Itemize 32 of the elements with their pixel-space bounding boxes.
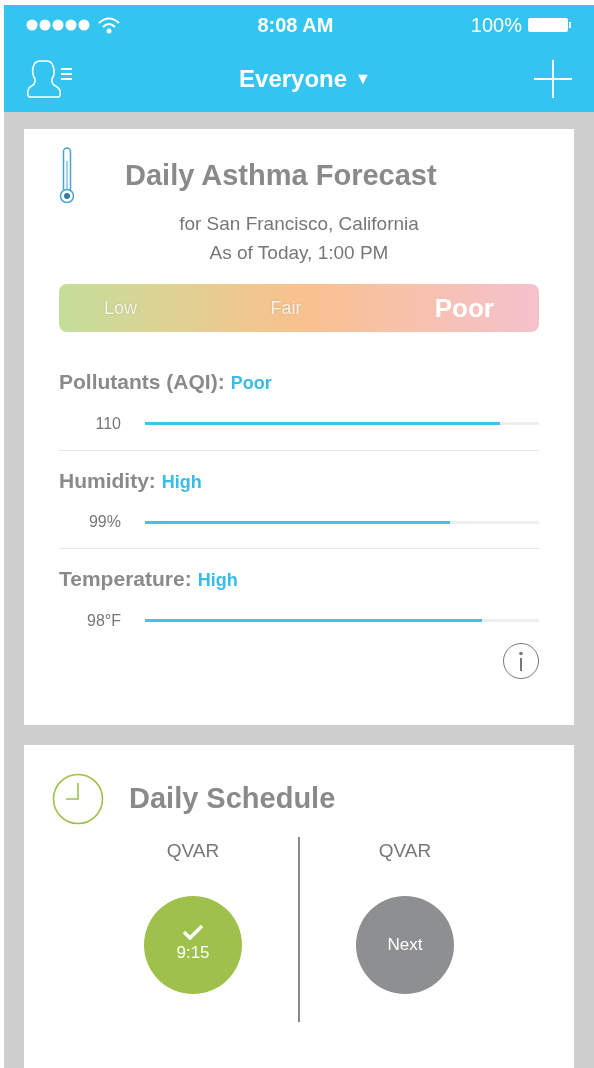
plus-icon	[534, 59, 572, 98]
status-time: 8:08 AM	[257, 13, 334, 38]
metric-rating: Poor	[230, 372, 272, 395]
forecast-time: As of Today, 1:00 PM	[209, 241, 389, 265]
taken-dose-button[interactable]: 9:15	[144, 895, 242, 994]
metric-label: Humidity:	[59, 467, 156, 494]
metric-reading: 98°F	[86, 610, 121, 631]
medication-name: QVAR	[166, 839, 220, 863]
metric-label: Pollutants (AQI):	[59, 369, 225, 395]
forecast-location: for San Francisco, California	[179, 212, 419, 236]
wifi-icon	[98, 16, 120, 34]
add-button[interactable]	[534, 59, 572, 98]
metric-reading: 110	[94, 413, 121, 434]
risk-level-label: Fair	[270, 296, 302, 320]
metric-rating: High	[161, 470, 202, 494]
group-dropdown[interactable]: Everyone ▼	[239, 60, 371, 97]
metric-reading: 99%	[87, 512, 121, 532]
card-title: Daily Asthma Forecast	[125, 158, 437, 194]
metric-rating: High	[197, 569, 238, 592]
thermometer-icon	[59, 147, 75, 205]
info-icon	[518, 650, 524, 671]
card-title: Daily Schedule	[129, 781, 336, 817]
medication-name: QVAR	[378, 839, 432, 863]
metric-label: Temperature:	[59, 566, 192, 592]
battery-percent: 100%	[470, 13, 522, 38]
risk-level-label: Poor	[434, 291, 494, 325]
next-dose-button[interactable]: Next	[356, 895, 454, 994]
risk-level-label: Low	[104, 296, 138, 320]
battery-icon	[528, 17, 572, 33]
clock-icon	[52, 773, 104, 825]
check-icon	[182, 923, 204, 940]
signal-icon	[26, 19, 90, 31]
